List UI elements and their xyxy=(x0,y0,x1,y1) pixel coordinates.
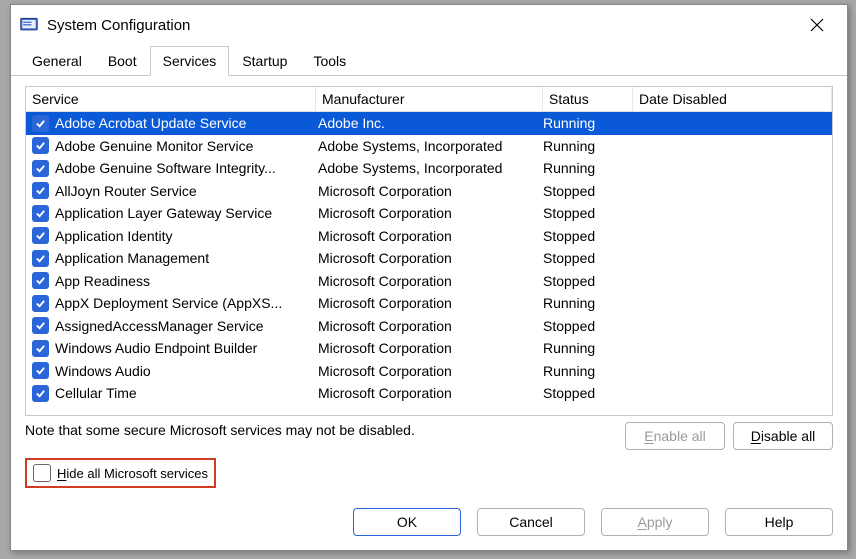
manufacturer: Microsoft Corporation xyxy=(316,295,543,311)
service-row[interactable]: App Readiness Microsoft CorporationStoppe… xyxy=(26,270,832,293)
service-row[interactable]: Application Layer Gateway Service Microso… xyxy=(26,202,832,225)
tab-general[interactable]: General xyxy=(19,46,95,76)
service-row[interactable]: Application Identity Microsoft Corporatio… xyxy=(26,225,832,248)
manufacturer: Microsoft Corporation xyxy=(316,385,543,401)
row-checkbox[interactable] xyxy=(32,362,49,379)
col-status[interactable]: Status xyxy=(543,87,633,111)
col-service[interactable]: Service xyxy=(26,87,316,111)
service-name: AppX Deployment Service (AppXS... xyxy=(55,295,282,311)
row-checkbox[interactable] xyxy=(32,340,49,357)
manufacturer: Microsoft Corporation xyxy=(316,318,543,334)
manufacturer: Microsoft Corporation xyxy=(316,273,543,289)
services-list: Service Manufacturer Status Date Disable… xyxy=(25,86,833,416)
manufacturer: Microsoft Corporation xyxy=(316,340,543,356)
service-row[interactable]: AllJoyn Router Service Microsoft Corporat… xyxy=(26,180,832,203)
manufacturer: Adobe Systems, Incorporated xyxy=(316,160,543,176)
tabstrip: GeneralBootServicesStartupTools xyxy=(11,45,847,76)
status: Stopped xyxy=(543,250,633,266)
manufacturer: Adobe Systems, Incorporated xyxy=(316,138,543,154)
service-row[interactable]: Application Management Microsoft Corporat… xyxy=(26,247,832,270)
secure-services-note: Note that some secure Microsoft services… xyxy=(25,422,617,438)
status: Running xyxy=(543,340,633,356)
manufacturer: Microsoft Corporation xyxy=(316,228,543,244)
list-header[interactable]: Service Manufacturer Status Date Disable… xyxy=(26,87,832,112)
manufacturer: Microsoft Corporation xyxy=(316,205,543,221)
help-button[interactable]: Help xyxy=(725,508,833,536)
service-name: Application Identity xyxy=(55,228,173,244)
checkbox-icon xyxy=(33,464,51,482)
service-name: Adobe Genuine Monitor Service xyxy=(55,138,253,154)
service-name: AllJoyn Router Service xyxy=(55,183,197,199)
service-row[interactable]: AssignedAccessManager Service Microsoft C… xyxy=(26,315,832,338)
disable-all-button[interactable]: Disable all xyxy=(733,422,833,450)
manufacturer: Microsoft Corporation xyxy=(316,363,543,379)
service-name: App Readiness xyxy=(55,273,150,289)
row-checkbox[interactable] xyxy=(32,205,49,222)
row-checkbox[interactable] xyxy=(32,115,49,132)
status: Stopped xyxy=(543,183,633,199)
tab-boot[interactable]: Boot xyxy=(95,46,150,76)
dialog-footer: OK Cancel Apply Help xyxy=(11,498,847,550)
row-checkbox[interactable] xyxy=(32,182,49,199)
row-checkbox[interactable] xyxy=(32,317,49,334)
apply-button[interactable]: Apply xyxy=(601,508,709,536)
col-date-disabled[interactable]: Date Disabled xyxy=(633,87,832,111)
cancel-button[interactable]: Cancel xyxy=(477,508,585,536)
status: Running xyxy=(543,138,633,154)
service-name: Adobe Acrobat Update Service xyxy=(55,115,246,131)
service-row[interactable]: AppX Deployment Service (AppXS... Microso… xyxy=(26,292,832,315)
manufacturer: Adobe Inc. xyxy=(316,115,543,131)
status: Running xyxy=(543,115,633,131)
row-checkbox[interactable] xyxy=(32,137,49,154)
row-checkbox[interactable] xyxy=(32,250,49,267)
status: Stopped xyxy=(543,228,633,244)
ok-button[interactable]: OK xyxy=(353,508,461,536)
row-checkbox[interactable] xyxy=(32,160,49,177)
tab-content-services: Service Manufacturer Status Date Disable… xyxy=(11,76,847,498)
status: Stopped xyxy=(543,205,633,221)
service-row[interactable]: Adobe Genuine Monitor Service Adobe Syste… xyxy=(26,135,832,158)
service-name: Application Management xyxy=(55,250,209,266)
hide-microsoft-services-checkbox[interactable]: Hide all Microsoft services xyxy=(25,458,216,488)
app-icon xyxy=(19,15,39,35)
list-body[interactable]: Adobe Acrobat Update ServiceAdobe Inc.Ru… xyxy=(26,112,832,415)
status: Running xyxy=(543,363,633,379)
service-name: Cellular Time xyxy=(55,385,137,401)
service-row[interactable]: Adobe Genuine Software Integrity... Adobe… xyxy=(26,157,832,180)
service-name: Windows Audio xyxy=(55,363,151,379)
close-button[interactable] xyxy=(797,7,837,43)
enable-all-button[interactable]: Enable all xyxy=(625,422,725,450)
tab-tools[interactable]: Tools xyxy=(300,46,359,76)
titlebar: System Configuration xyxy=(11,5,847,45)
row-checkbox[interactable] xyxy=(32,272,49,289)
system-configuration-window: System Configuration GeneralBootServices… xyxy=(10,4,848,551)
tab-startup[interactable]: Startup xyxy=(229,46,300,76)
col-manufacturer[interactable]: Manufacturer xyxy=(316,87,543,111)
status: Running xyxy=(543,295,633,311)
status: Stopped xyxy=(543,273,633,289)
service-name: AssignedAccessManager Service xyxy=(55,318,264,334)
window-title: System Configuration xyxy=(47,17,797,34)
service-row[interactable]: Adobe Acrobat Update Service Adobe Inc.Ru… xyxy=(26,112,832,135)
row-checkbox[interactable] xyxy=(32,227,49,244)
status: Running xyxy=(543,160,633,176)
service-row[interactable]: Windows Audio Endpoint Builder Microsoft … xyxy=(26,337,832,360)
service-name: Windows Audio Endpoint Builder xyxy=(55,340,257,356)
manufacturer: Microsoft Corporation xyxy=(316,250,543,266)
service-row[interactable]: Windows Audio Microsoft CorporationRunnin… xyxy=(26,360,832,383)
service-row[interactable]: Cellular Time Microsoft CorporationStoppe… xyxy=(26,382,832,405)
service-name: Application Layer Gateway Service xyxy=(55,205,272,221)
status: Stopped xyxy=(543,318,633,334)
service-name: Adobe Genuine Software Integrity... xyxy=(55,160,276,176)
row-checkbox[interactable] xyxy=(32,385,49,402)
row-checkbox[interactable] xyxy=(32,295,49,312)
status: Stopped xyxy=(543,385,633,401)
tab-services[interactable]: Services xyxy=(150,46,230,76)
close-icon xyxy=(810,18,824,32)
manufacturer: Microsoft Corporation xyxy=(316,183,543,199)
